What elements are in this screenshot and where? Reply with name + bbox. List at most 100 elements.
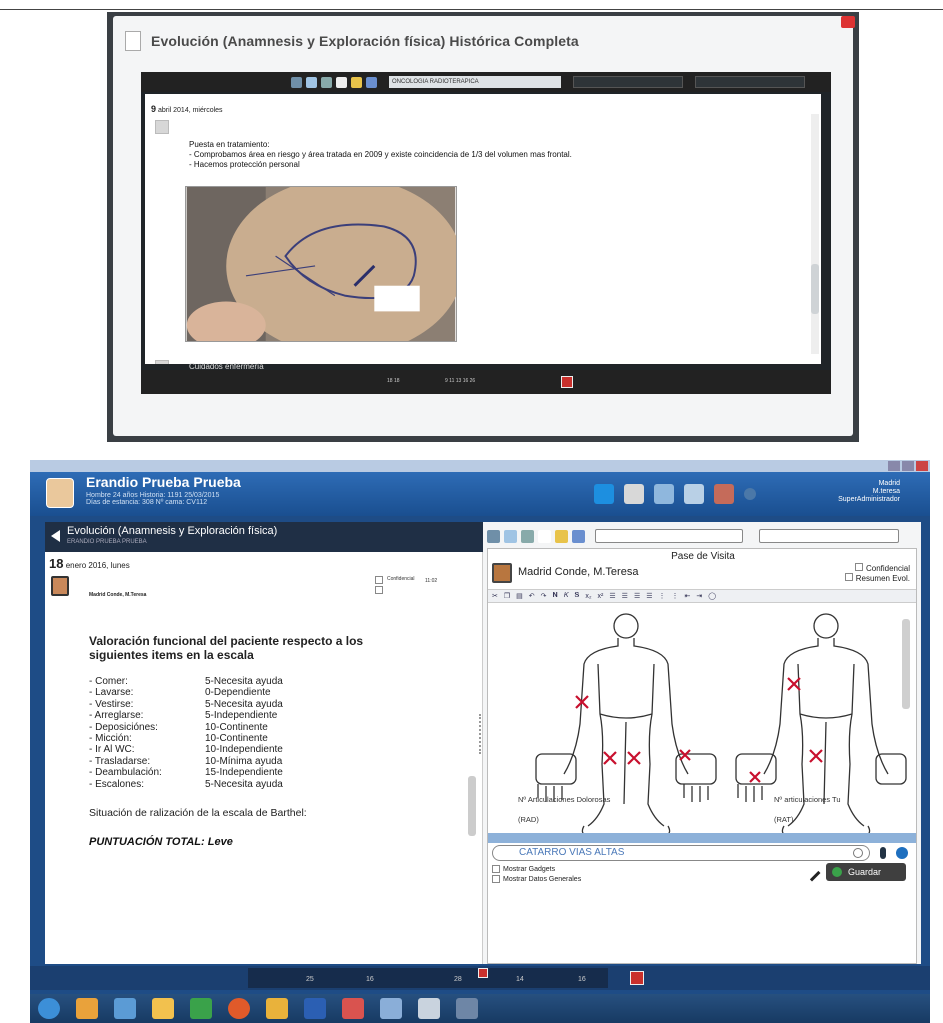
patient-name: Erandio Prueba Prueba (86, 474, 241, 490)
pill-icon[interactable] (521, 529, 534, 543)
chrome-icon[interactable] (228, 998, 250, 1019)
gadgets-checkbox[interactable] (492, 865, 500, 873)
timeline-label[interactable]: 14 (516, 976, 524, 983)
folder-icon[interactable] (152, 998, 174, 1019)
chart-icon[interactable] (504, 529, 517, 543)
rat-value: (RAT) (774, 815, 794, 824)
subscript-icon[interactable]: x₂ (585, 593, 591, 600)
start-icon[interactable] (38, 998, 60, 1019)
diagnosis-search[interactable]: CATARRO VIAS ALTAS (492, 845, 870, 861)
page-icon[interactable] (336, 76, 347, 88)
eraser-icon[interactable]: ◯ (708, 592, 716, 600)
indent-icon[interactable]: ⇥ (696, 592, 702, 600)
search-icon[interactable] (853, 848, 863, 858)
diagram-scrollbar[interactable] (902, 619, 910, 709)
option-confidencial[interactable]: Confidencial (845, 563, 910, 573)
panel-splitter[interactable] (479, 714, 483, 754)
tree-icon[interactable] (714, 484, 734, 504)
calendar-icon[interactable] (630, 971, 644, 985)
confidential-checkbox[interactable] (854, 563, 863, 571)
align-left-icon[interactable]: ☰ (609, 592, 615, 600)
browser-icon[interactable] (114, 998, 136, 1019)
paint-icon[interactable] (266, 998, 288, 1019)
monitor-icon[interactable] (654, 484, 674, 504)
superscript-icon[interactable]: x² (598, 593, 604, 600)
pen-icon[interactable] (803, 864, 821, 882)
timeline-label[interactable]: 16 (366, 976, 374, 983)
excel-icon[interactable] (190, 998, 212, 1019)
word-icon[interactable] (304, 998, 326, 1019)
app-icon[interactable] (76, 998, 98, 1019)
powerpoint-icon[interactable] (380, 998, 402, 1019)
patient-info-line: Días de estancia: 308 Nº cama: CV112 (86, 499, 208, 506)
close-icon[interactable] (841, 16, 855, 28)
option-resumen[interactable]: Resumen Evol. (844, 573, 910, 583)
filter-field[interactable] (573, 76, 683, 88)
bold-icon[interactable]: 𝐍 (553, 592, 558, 600)
list-icon[interactable] (684, 484, 704, 504)
calendar-icon[interactable] (561, 376, 573, 388)
italic-icon[interactable]: 𝐾 (564, 592, 569, 600)
paste-icon[interactable]: ▤ (516, 592, 523, 600)
timeline-label[interactable]: 18 18 (387, 378, 400, 384)
window-icon[interactable] (456, 998, 478, 1019)
info-icon[interactable] (896, 847, 908, 859)
people-icon[interactable] (351, 76, 362, 88)
minimize-icon[interactable] (888, 461, 900, 471)
content-scrollbar[interactable] (811, 114, 819, 354)
undo-icon[interactable]: ↶ (529, 592, 535, 600)
item-label: - Lavarse: (89, 687, 134, 699)
notepad-icon[interactable] (418, 998, 440, 1019)
user-icon[interactable] (624, 484, 644, 504)
book-icon[interactable] (572, 529, 585, 543)
option-show-general[interactable]: Mostrar Datos Generales (492, 875, 581, 883)
page-icon[interactable] (538, 529, 551, 543)
filter-input[interactable] (595, 529, 743, 543)
scroll-thumb[interactable] (811, 264, 819, 314)
grid-icon[interactable] (487, 529, 500, 543)
option-show-gadgets[interactable]: Mostrar Gadgets (492, 865, 555, 873)
current-marker-icon (478, 968, 488, 978)
cut-icon[interactable]: ✂ (492, 592, 498, 600)
people-icon[interactable] (555, 529, 568, 543)
chart-icon[interactable] (306, 76, 317, 88)
entry-note: Puesta en tratamiento: - Comprobamos áre… (189, 140, 572, 170)
joint-diagram[interactable] (488, 604, 917, 840)
back-arrow-icon[interactable] (51, 530, 60, 542)
save-button[interactable]: Guardar (826, 863, 906, 881)
underline-icon[interactable]: 𝐒 (575, 592, 580, 600)
book-icon[interactable] (366, 76, 377, 88)
pill-icon[interactable] (321, 76, 332, 88)
close-icon[interactable] (916, 461, 928, 471)
number-list-icon[interactable]: ⋮ (672, 592, 679, 600)
specialty-select[interactable]: ONCOLOGIA RADIOTERAPICA (389, 76, 561, 88)
pdf-icon[interactable] (342, 998, 364, 1019)
note-scrollbar[interactable] (468, 776, 476, 836)
general-checkbox[interactable] (492, 875, 500, 883)
gear-icon[interactable] (744, 488, 756, 500)
item-label: - Deposiciónes: (89, 721, 158, 733)
align-center-icon[interactable]: ☰ (622, 592, 628, 600)
bullet-list-icon[interactable]: ⋮ (659, 592, 666, 600)
item-value: 5-Necesita ayuda (205, 778, 283, 790)
timeline-label[interactable]: 25 (306, 976, 314, 983)
summary-checkbox[interactable] (844, 573, 853, 581)
microphone-icon[interactable] (880, 847, 886, 859)
outdent-icon[interactable]: ⇤ (685, 592, 691, 600)
s-app-icon[interactable] (594, 484, 614, 504)
timeline-label[interactable]: 28 (454, 976, 462, 983)
timeline-label[interactable]: 16 (578, 976, 586, 983)
item-label: - Ir Al WC: (89, 744, 135, 756)
redo-icon[interactable]: ↷ (541, 592, 547, 600)
align-right-icon[interactable]: ☰ (634, 592, 640, 600)
copy-icon[interactable]: ❐ (504, 592, 510, 600)
timeline-label[interactable]: 9 11 13 16 26 (445, 378, 475, 384)
search-input[interactable] (759, 529, 899, 543)
search-field[interactable] (695, 76, 805, 88)
save-label: Guardar (848, 867, 882, 877)
grid-icon[interactable] (291, 76, 302, 88)
secondary-checkbox[interactable] (375, 586, 383, 594)
justify-icon[interactable]: ☰ (646, 592, 652, 600)
maximize-icon[interactable] (902, 461, 914, 471)
confidential-checkbox[interactable] (375, 576, 383, 584)
